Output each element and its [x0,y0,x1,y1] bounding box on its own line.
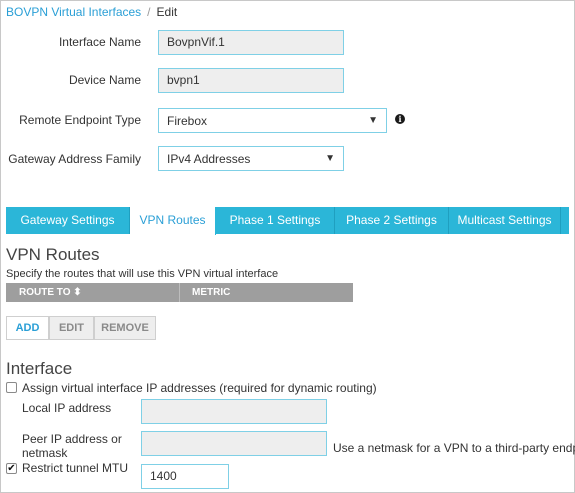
assign-ip-label: Assign virtual interface IP addresses (r… [22,381,377,395]
tab-phase1-settings[interactable]: Phase 1 Settings [216,207,335,234]
breadcrumb-current: Edit [156,5,178,19]
restrict-mtu-label: Restrict tunnel MTU [22,461,129,475]
checkmark-icon: ✔ [7,463,16,474]
tab-vpn-routes[interactable]: VPN Routes [130,207,216,235]
peer-ip-label-line2: netmask [22,446,68,460]
remove-button[interactable]: REMOVE [94,316,156,340]
edit-button[interactable]: EDIT [49,316,94,340]
remote-endpoint-value: Firebox [167,114,208,128]
gateway-family-select[interactable]: IPv4 Addresses ▼ [158,146,344,171]
interface-name-field[interactable]: BovpnVif.1 [158,30,344,55]
breadcrumb-separator: / [147,5,151,19]
interface-name-label: Interface Name [58,35,141,49]
column-metric: METRIC [192,287,231,298]
tab-bar: Gateway Settings VPN Routes Phase 1 Sett… [6,207,569,235]
chevron-down-icon: ▼ [368,115,378,126]
local-ip-label: Local IP address [22,401,112,415]
column-divider [179,283,180,302]
breadcrumb: BOVPN Virtual Interfaces / Edit [6,5,177,19]
device-name-field[interactable]: bvpn1 [158,68,344,93]
breadcrumb-parent-link[interactable]: BOVPN Virtual Interfaces [6,5,141,19]
mtu-field[interactable]: 1400 [141,464,229,489]
netmask-note: Use a netmask for a VPN to a third-party… [333,441,575,455]
tab-multicast-settings[interactable]: Multicast Settings [449,207,561,234]
vpn-routes-description: Specify the routes that will use this VP… [6,268,279,280]
remote-endpoint-label: Remote Endpoint Type [19,113,141,127]
local-ip-field[interactable] [141,399,327,424]
routes-table-header: ROUTE TO ⬍ METRIC [6,283,353,302]
info-icon[interactable]: i [395,114,405,124]
peer-ip-field[interactable] [141,431,327,456]
vpn-routes-heading: VPN Routes [6,245,100,264]
device-name-label: Device Name [68,73,141,87]
interface-heading: Interface [6,359,73,378]
peer-ip-label-line1: Peer IP address or [22,432,122,446]
gateway-family-label: Gateway Address Family [8,152,141,166]
remote-endpoint-select[interactable]: Firebox ▼ [158,108,387,133]
gateway-family-value: IPv4 Addresses [167,152,251,166]
tab-gateway-settings[interactable]: Gateway Settings [6,207,130,234]
assign-ip-checkbox[interactable] [6,382,17,393]
tab-phase2-settings[interactable]: Phase 2 Settings [335,207,449,234]
column-route-to[interactable]: ROUTE TO ⬍ [19,283,82,302]
restrict-mtu-checkbox[interactable]: ✔ [6,463,17,474]
add-button[interactable]: ADD [6,316,49,340]
chevron-down-icon: ▼ [325,153,335,164]
